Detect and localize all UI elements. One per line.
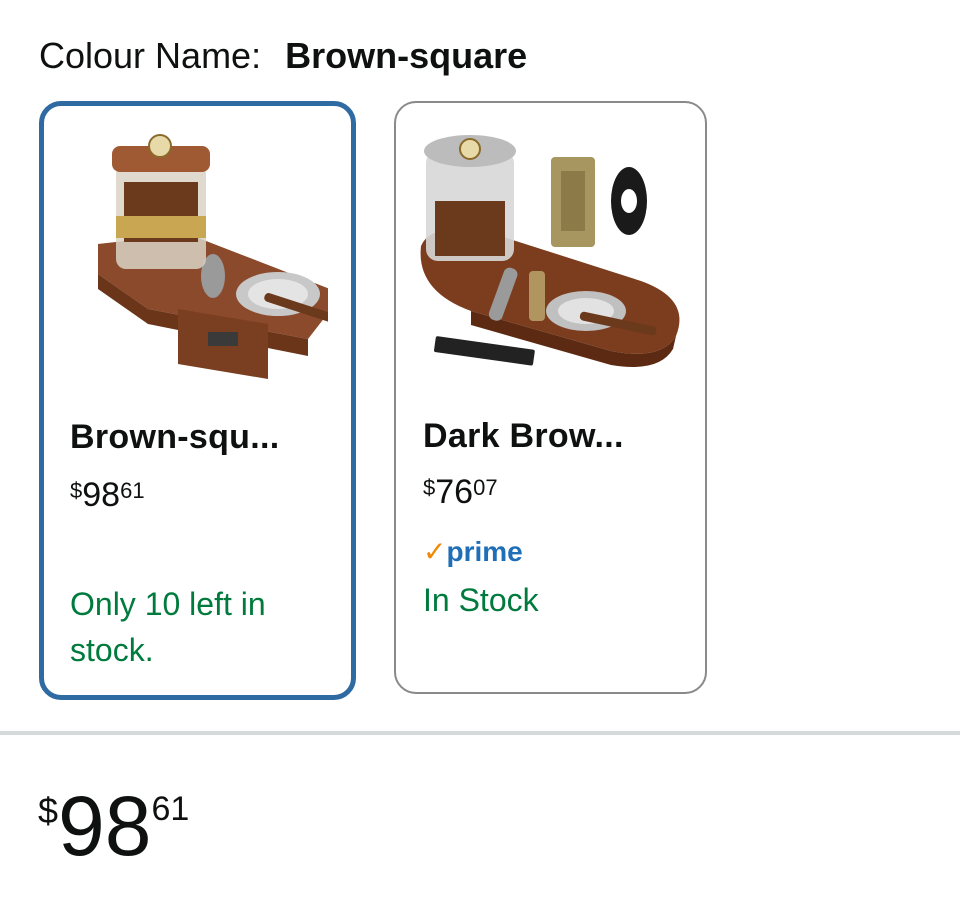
colour-name-value: Brown-square xyxy=(285,35,528,76)
stock-status: In Stock xyxy=(423,582,539,618)
option-price: $7607 xyxy=(423,473,498,512)
prime-label: prime xyxy=(446,536,523,567)
option-title: Brown-squ... xyxy=(70,418,280,456)
main-price-fraction: 61 xyxy=(151,790,190,828)
price-whole: 76 xyxy=(435,473,474,511)
humidor-square-ashtray-image xyxy=(44,124,351,424)
price-fraction: 61 xyxy=(120,478,145,503)
colour-option-dark-brown[interactable]: Dark Brow... $7607 ✓prime In Stock xyxy=(394,101,707,694)
price-currency: $ xyxy=(423,475,436,500)
section-divider xyxy=(0,731,960,735)
colour-option-brown-square[interactable]: Brown-squ... $9861 Only 10 left in stock… xyxy=(39,101,356,700)
price-whole: 98 xyxy=(82,476,121,514)
colour-name-label: Colour Name: xyxy=(39,35,262,76)
prime-badge: ✓prime xyxy=(423,535,523,568)
main-price-currency: $ xyxy=(38,790,59,831)
option-price: $9861 xyxy=(70,476,145,515)
humidor-oval-ashtray-set-image xyxy=(396,121,705,421)
main-price-whole: 98 xyxy=(58,779,152,873)
main-price: $9861 xyxy=(38,776,189,876)
price-currency: $ xyxy=(70,478,83,503)
option-title: Dark Brow... xyxy=(423,417,624,455)
colour-name-row: Colour Name: Brown-square xyxy=(39,32,527,80)
price-fraction: 07 xyxy=(473,475,498,500)
stock-status: Only 10 left in stock. xyxy=(70,586,266,668)
prime-check-icon: ✓ xyxy=(423,536,447,567)
